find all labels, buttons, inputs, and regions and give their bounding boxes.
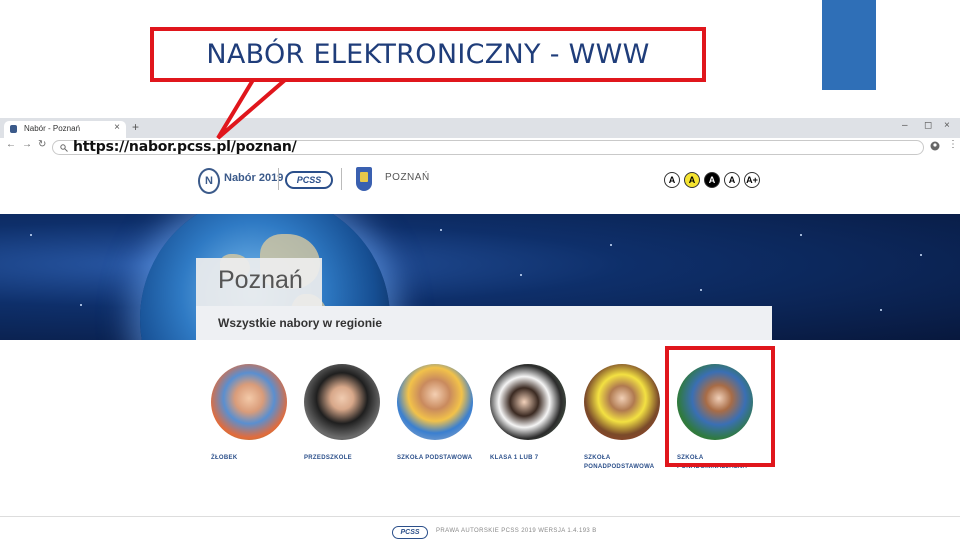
callout-box: NABÓR ELEKTRONICZNY - WWW bbox=[150, 27, 706, 82]
callout-title: NABÓR ELEKTRONICZNY - WWW bbox=[206, 39, 650, 70]
